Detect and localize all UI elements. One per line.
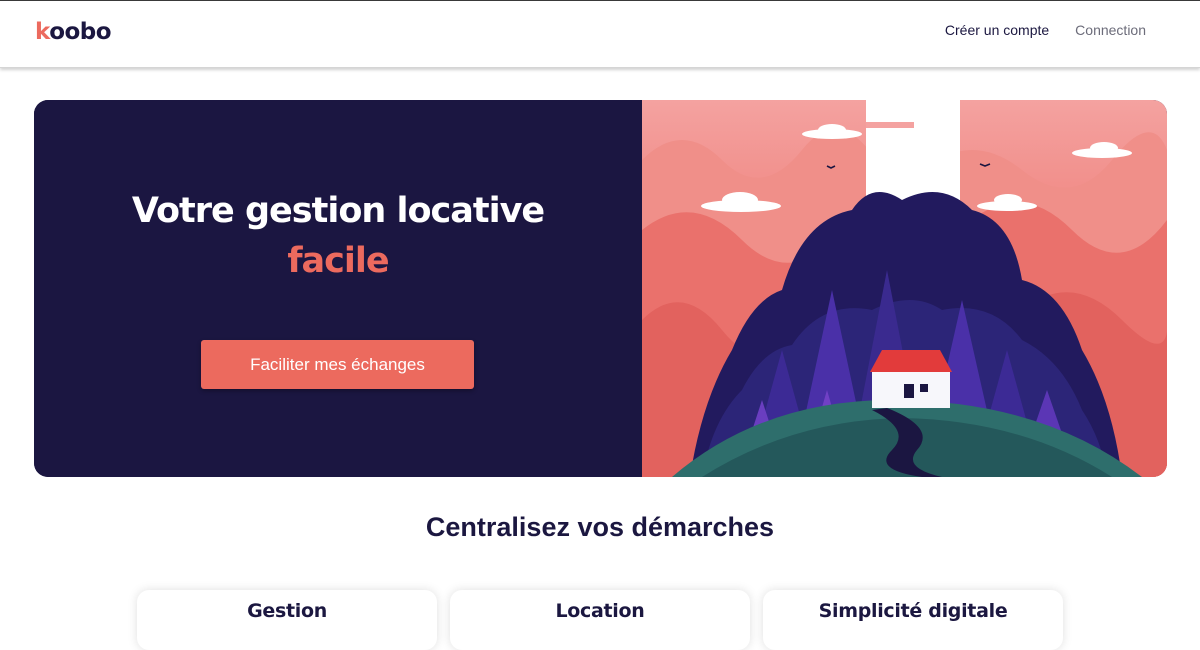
hero-banner: Votre gestion locative facile Faciliter …	[34, 100, 1167, 477]
koobo-logo[interactable]: koobo	[35, 19, 112, 45]
hero-title-accent: facile	[287, 241, 389, 281]
house-icon	[870, 350, 952, 408]
feature-card-gestion[interactable]: Gestion	[137, 590, 437, 650]
section-title: Centralisez vos démarches	[425, 512, 775, 542]
cta-button[interactable]: Faciliter mes échanges	[201, 340, 474, 389]
card-title: Location	[555, 600, 645, 622]
card-title: Simplicité digitale	[818, 600, 1008, 622]
feature-card-location[interactable]: Location	[450, 590, 750, 650]
card-title: Gestion	[247, 600, 327, 622]
smoke-gap	[866, 122, 914, 128]
hero-text-panel: Votre gestion locative facile Faciliter …	[34, 100, 642, 477]
forest-house-illustration	[642, 100, 1167, 477]
login-link[interactable]: Connection	[1075, 22, 1146, 38]
hero-title: Votre gestion locative facile	[34, 186, 642, 286]
logo-letters: oobo	[49, 19, 112, 45]
site-header: koobo Créer un compte Connection	[0, 1, 1200, 68]
illustration-svg	[642, 100, 1167, 477]
hero-title-line: Votre gestion locative	[131, 191, 545, 231]
logo-letter-k: k	[35, 19, 50, 45]
signup-link[interactable]: Créer un compte	[945, 22, 1049, 38]
feature-card-simplicite[interactable]: Simplicité digitale	[763, 590, 1063, 650]
top-nav: Créer un compte Connection	[945, 22, 1146, 38]
